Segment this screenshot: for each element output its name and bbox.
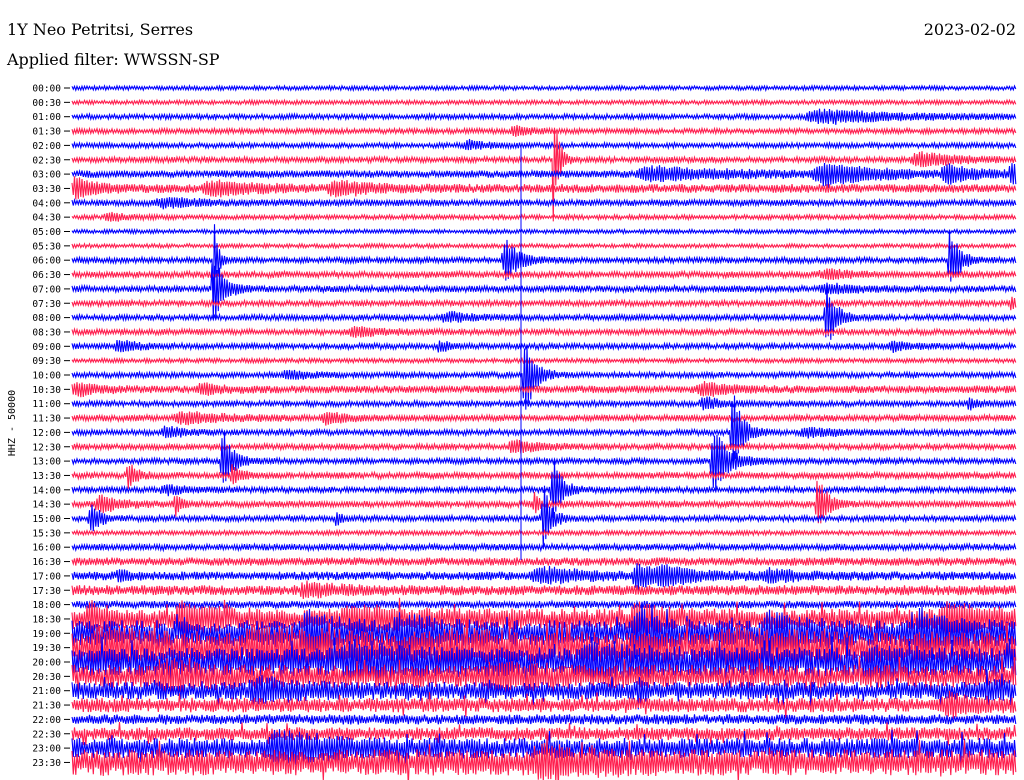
time-tick-label: 12:30 (32, 442, 61, 453)
time-tick-label: 17:30 (32, 586, 61, 597)
time-tick-label: 12:00 (32, 428, 61, 439)
trace-2200-line (71, 714, 1017, 725)
time-tick-label: 16:00 (32, 543, 61, 554)
time-tick-label: 16:30 (32, 557, 61, 568)
time-tick-label: 01:30 (32, 127, 61, 138)
time-tick-label: 15:30 (32, 528, 61, 539)
time-tick-label: 19:30 (32, 643, 61, 654)
time-tick-label: 07:00 (32, 284, 61, 295)
helicorder-plot: HHZ - 50000 00:00 00:30 01:00 01:30 02:00 02:… (7, 83, 1017, 780)
time-tick-label: 11:30 (32, 414, 61, 425)
trace-0430-line (71, 211, 1017, 223)
time-tick-label: 05:00 (32, 227, 61, 238)
time-tick-label: 05:30 (32, 241, 61, 252)
time-tick-label: 00:00 (32, 84, 61, 95)
trace-0300-line (71, 162, 1017, 189)
trace-1030-line (71, 381, 1017, 398)
time-tick-label: 02:30 (32, 155, 61, 166)
time-tick-label: 07:30 (32, 299, 61, 310)
trace-0030-line (71, 98, 1017, 107)
trace-1300-line (71, 432, 1017, 491)
trace-1600-line (71, 541, 1017, 553)
trace-1630-line (71, 556, 1017, 567)
time-tick-label: 22:00 (32, 715, 61, 726)
time-tick-label: 09:00 (32, 342, 61, 353)
time-tick-label: 20:00 (32, 658, 61, 669)
trace-1330-line (71, 464, 1017, 489)
trace-1230-line (71, 439, 1017, 454)
trace-1100-line (71, 396, 1017, 411)
time-tick-label: 09:30 (32, 356, 61, 367)
trace-rows: 00:00 00:30 01:00 01:30 02:00 02:30 03:00 03:30… (32, 83, 1017, 780)
time-tick-label: 23:00 (32, 744, 61, 755)
trace-1730-line (71, 580, 1017, 599)
time-tick-label: 18:30 (32, 614, 61, 625)
trace-0100-line (71, 108, 1017, 125)
time-tick-label: 10:30 (32, 385, 61, 396)
time-tick-label: 03:00 (32, 170, 61, 181)
trace-1500-line (71, 485, 1017, 550)
time-tick-label: 17:00 (32, 571, 61, 582)
trace-0000-line (71, 83, 1017, 93)
channel-label: HHZ - 50000 (7, 390, 18, 456)
time-tick-label: 20:30 (32, 672, 61, 683)
trace-0900-line (71, 339, 1017, 353)
time-tick-label: 04:30 (32, 213, 61, 224)
time-tick-label: 00:30 (32, 98, 61, 109)
time-tick-label: 10:00 (32, 371, 61, 382)
time-tick-label: 04:00 (32, 198, 61, 209)
trace-0400-line (71, 197, 1017, 210)
time-tick-label: 21:30 (32, 701, 61, 712)
time-tick-label: 11:00 (32, 399, 61, 410)
trace-1530-line (71, 528, 1017, 538)
time-tick-label: 13:30 (32, 471, 61, 482)
trace-0130-line (71, 124, 1017, 137)
time-tick-label: 06:00 (32, 256, 61, 267)
time-tick-label: 03:30 (32, 184, 61, 195)
time-tick-label: 06:30 (32, 270, 61, 281)
trace-0330-line (71, 176, 1017, 200)
time-tick-label: 08:30 (32, 327, 61, 338)
trace-0200-line (71, 138, 1017, 151)
trace-1130-line (71, 411, 1017, 426)
time-tick-label: 23:30 (32, 758, 61, 769)
time-tick-label: 22:30 (32, 729, 61, 740)
trace-1800-line (71, 599, 1017, 610)
time-tick-label: 14:00 (32, 485, 61, 496)
time-tick-label: 15:00 (32, 514, 61, 525)
trace-0500-line (71, 227, 1017, 236)
time-tick-label: 19:00 (32, 629, 61, 640)
time-tick-label: 08:00 (32, 313, 61, 324)
trace-0930-line (71, 356, 1017, 365)
time-tick-label: 02:00 (32, 141, 61, 152)
time-tick-label: 21:00 (32, 686, 61, 697)
time-tick-label: 14:30 (32, 500, 61, 511)
trace-0830-line (71, 325, 1017, 338)
time-tick-label: 13:00 (32, 457, 61, 468)
trace-1000-line (71, 345, 1017, 410)
time-tick-label: 01:00 (32, 112, 61, 123)
time-tick-label: 18:00 (32, 600, 61, 611)
